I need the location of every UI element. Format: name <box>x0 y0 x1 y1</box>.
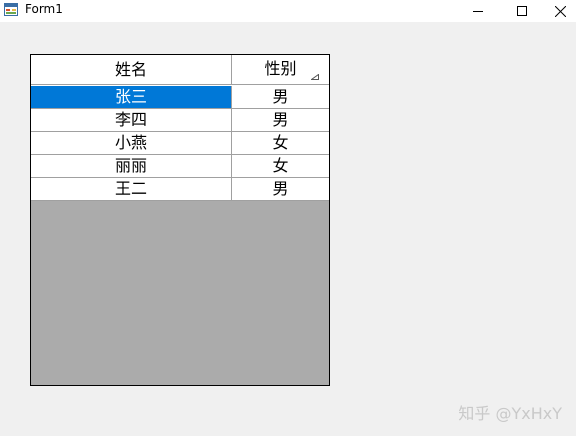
minimize-icon <box>473 11 483 12</box>
grid-header: 姓名 性别 <box>31 55 329 86</box>
column-header-name[interactable]: 姓名 <box>31 55 232 85</box>
minimize-button[interactable] <box>455 0 501 22</box>
window-title: Form1 <box>25 2 63 16</box>
cell-gender[interactable]: 女 <box>232 155 329 178</box>
cell-gender[interactable]: 男 <box>232 178 329 201</box>
table-row[interactable]: 王二 男 <box>31 178 329 201</box>
close-button[interactable] <box>545 0 576 22</box>
column-header-label: 姓名 <box>114 60 147 79</box>
maximize-button[interactable] <box>499 0 545 22</box>
watermark: 知乎 @YxHxY <box>458 404 562 423</box>
data-grid[interactable]: 姓名 性别 张三 男 李四 男 小燕 女 丽丽 女 王二 男 <box>30 54 330 386</box>
close-icon <box>555 5 566 17</box>
cell-gender[interactable]: 男 <box>232 86 329 109</box>
cell-name[interactable]: 张三 <box>31 86 232 109</box>
maximize-icon <box>517 6 527 16</box>
cell-name[interactable]: 小燕 <box>31 132 232 155</box>
cell-name[interactable]: 丽丽 <box>31 155 232 178</box>
table-row[interactable]: 丽丽 女 <box>31 155 329 178</box>
table-row[interactable]: 张三 男 <box>31 86 329 109</box>
cell-gender[interactable]: 女 <box>232 132 329 155</box>
title-bar[interactable]: Form1 <box>0 0 576 22</box>
cell-name[interactable]: 王二 <box>31 178 232 201</box>
cell-gender[interactable]: 男 <box>232 109 329 132</box>
column-header-gender[interactable]: 性别 <box>232 55 329 85</box>
table-row[interactable]: 小燕 女 <box>31 132 329 155</box>
table-row[interactable]: 李四 男 <box>31 109 329 132</box>
sort-indicator-icon <box>311 74 319 80</box>
cell-name[interactable]: 李四 <box>31 109 232 132</box>
form-app-icon <box>4 3 18 16</box>
